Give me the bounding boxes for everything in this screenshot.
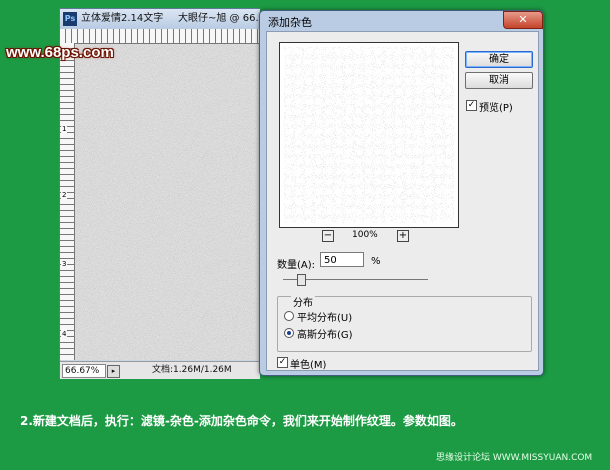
distribution-label: 分布 <box>291 294 315 309</box>
gaussian-label: 高斯分布(G) <box>297 330 353 341</box>
cancel-button[interactable]: 取消 <box>465 72 533 89</box>
monochromatic-label: 单色(M) <box>290 360 327 371</box>
status-menu-icon[interactable]: ▸ <box>107 365 120 378</box>
amount-input[interactable]: 50 <box>320 252 364 267</box>
ruler-mark-4: 4 <box>61 330 68 338</box>
document-canvas[interactable] <box>75 44 260 360</box>
zoom-in-button[interactable]: + <box>397 230 409 242</box>
uniform-radio[interactable] <box>284 311 294 321</box>
status-bar: 66.67% ▸ 文档:1.26M/1.26M <box>60 361 260 379</box>
percent-sign: % <box>371 256 381 267</box>
photoshop-app-icon: Ps <box>63 12 77 26</box>
vertical-ruler: 1 2 3 4 <box>60 43 75 360</box>
document-title: 立体爱情2.14文字 <box>81 13 164 24</box>
ruler-mark-1: 1 <box>61 125 68 133</box>
amount-slider-thumb[interactable] <box>297 274 306 286</box>
close-button[interactable]: ✕ <box>503 11 543 29</box>
uniform-label: 平均分布(U) <box>297 313 353 324</box>
watermark: 思缘设计论坛 WWW.MISSYUAN.COM <box>436 453 593 463</box>
document-size-readout: 文档:1.26M/1.26M <box>152 365 232 375</box>
ok-button[interactable]: 确定 <box>465 51 533 68</box>
add-noise-dialog: 添加杂色 ✕ − 100% + 确定 取消 ✓ 预览(P) 数量(A): 50 … <box>259 10 544 376</box>
preview-checkbox[interactable]: ✓ <box>466 100 477 111</box>
dialog-title: 添加杂色 <box>268 16 312 29</box>
preview-label: 预览(P) <box>479 103 513 114</box>
photoshop-document-window: Ps 立体爱情2.14文字 大眼仔~旭 @ 66.7 1 2 3 4 66.67… <box>59 8 260 379</box>
gaussian-radio[interactable] <box>284 328 294 338</box>
distribution-group <box>277 296 532 352</box>
amount-label: 数量(A): <box>277 260 316 271</box>
zoom-out-button[interactable]: − <box>322 230 334 242</box>
preview-noise-image <box>284 47 454 223</box>
ruler-mark-2: 2 <box>61 191 68 199</box>
zoom-field[interactable]: 66.67% <box>62 364 106 378</box>
document-titlebar[interactable]: Ps 立体爱情2.14文字 大眼仔~旭 @ 66.7 <box>60 9 260 29</box>
horizontal-ruler <box>60 29 260 44</box>
dialog-body: − 100% + 确定 取消 ✓ 预览(P) 数量(A): 50 % 分布 平均… <box>266 31 539 371</box>
noise-preview[interactable] <box>279 42 459 228</box>
preview-zoom-percent: 100% <box>352 230 378 240</box>
monochromatic-checkbox[interactable]: ✓ <box>277 357 288 368</box>
ruler-mark-3: 3 <box>61 260 68 268</box>
tutorial-caption: 2.新建文档后，执行：滤镜-杂色-添加杂色命令，我们来开始制作纹理。参数如图。 <box>20 414 463 428</box>
document-title-author: 大眼仔~旭 @ 66.7 <box>178 13 260 24</box>
site-logo: www.68ps.com <box>6 44 114 61</box>
